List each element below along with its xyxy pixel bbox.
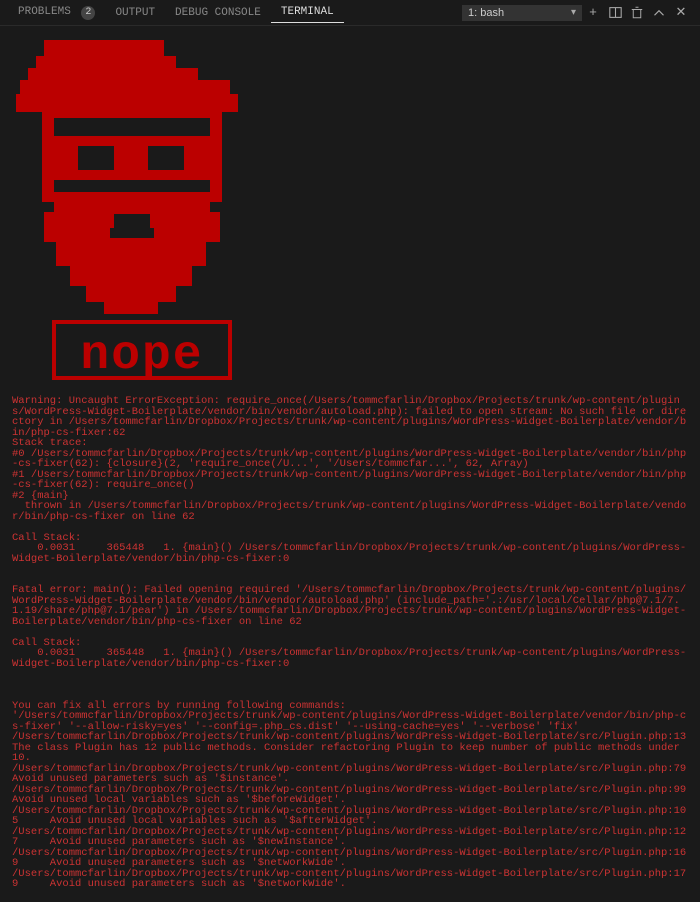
close-panel-icon[interactable]: ✕ <box>670 2 692 24</box>
tab-output[interactable]: OUTPUT <box>105 3 165 23</box>
terminal-selector[interactable]: 1: bash <box>462 5 582 21</box>
terminal-content[interactable]: nope Warning: Uncaught ErrorException: r… <box>0 26 700 902</box>
ascii-nope-art: nope <box>14 32 688 382</box>
problems-badge: 2 <box>81 6 95 20</box>
maximize-panel-icon[interactable] <box>648 2 670 24</box>
svg-text:nope: nope <box>80 329 203 382</box>
terminal-select-input[interactable]: 1: bash <box>462 5 582 21</box>
kill-terminal-icon[interactable] <box>626 2 648 24</box>
tab-label: PROBLEMS <box>18 6 71 18</box>
panel-tab-bar: PROBLEMS 2 OUTPUT DEBUG CONSOLE TERMINAL… <box>0 0 700 26</box>
terminal-output: Warning: Uncaught ErrorException: requir… <box>12 396 688 890</box>
tab-problems[interactable]: PROBLEMS 2 <box>8 2 105 24</box>
new-terminal-icon[interactable]: + <box>582 2 604 24</box>
split-terminal-icon[interactable] <box>604 2 626 24</box>
tab-debug-console[interactable]: DEBUG CONSOLE <box>165 3 271 23</box>
tab-terminal[interactable]: TERMINAL <box>271 2 344 23</box>
